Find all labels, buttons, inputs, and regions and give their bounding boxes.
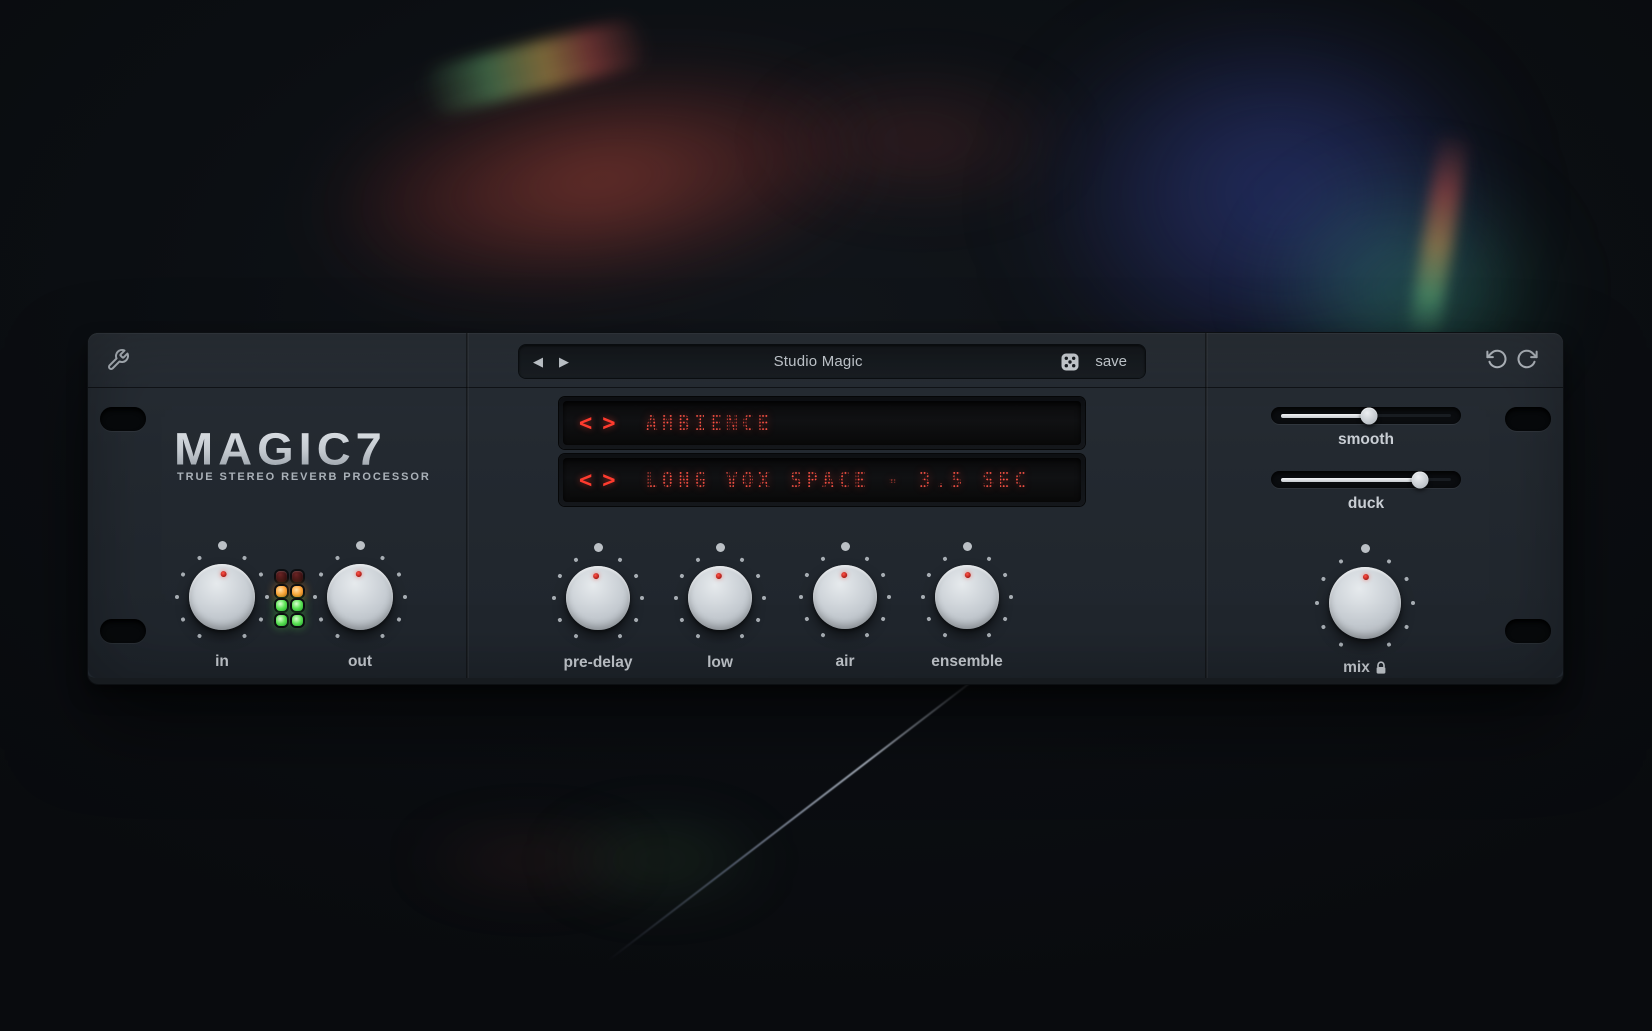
lock-icon <box>1375 661 1387 675</box>
ambient-glow-blue <box>1040 40 1480 380</box>
knob-mix-indicator <box>1328 566 1402 640</box>
knob-mix: mix <box>1305 555 1425 677</box>
slider-duck-slot[interactable] <box>1271 471 1461 488</box>
slider-duck-thumb[interactable] <box>1412 471 1429 488</box>
screw-slot-top-right <box>1505 407 1551 431</box>
slider-smooth-slot[interactable] <box>1271 407 1461 424</box>
ambient-light-line <box>608 655 1006 961</box>
knob-in-dial[interactable] <box>189 564 255 630</box>
knob-in-label: in <box>215 653 229 671</box>
knob-out-label: out <box>348 653 372 671</box>
display2-next-arrow[interactable]: > <box>602 467 615 493</box>
knob-low-indicator <box>686 564 753 631</box>
knob-air-indicator <box>812 564 878 630</box>
screw-slot-top-left <box>100 407 146 431</box>
slider-duck-label: duck <box>1348 495 1384 513</box>
slider-duck-track <box>1281 478 1451 481</box>
screw-slot-bottom-left <box>100 619 146 643</box>
slider-duck-fill <box>1281 478 1420 482</box>
knob-out-indicator <box>325 562 394 631</box>
preset-bar: ◀ ▶ Studio Magic save <box>519 345 1145 378</box>
knob-low-label: low <box>707 654 733 672</box>
display-preset-info-inner: < > LONG VOX SPACE - 3.5 SEC <box>563 458 1081 502</box>
ambient-streak-rainbow-top <box>417 15 652 119</box>
redo-icon[interactable] <box>1516 348 1540 372</box>
plugin-window: ◀ ▶ Studio Magic save <box>0 0 1652 1031</box>
knob-low-dial[interactable] <box>688 566 752 630</box>
section-divider-right <box>1205 333 1208 678</box>
undo-icon[interactable] <box>1486 348 1510 372</box>
slider-smooth-thumb[interactable] <box>1361 407 1378 424</box>
display1-text: AMBIENCE <box>646 411 774 435</box>
wrench-icon[interactable] <box>106 348 130 372</box>
knob-mix-dial[interactable] <box>1329 567 1401 639</box>
knob-in-indicator <box>187 562 257 632</box>
knob-air-dial[interactable] <box>813 565 877 629</box>
ambient-glow-red-small <box>760 70 1080 210</box>
next-preset-button[interactable]: ▶ <box>551 345 577 378</box>
screw-slot-bottom-right <box>1505 619 1551 643</box>
slider-smooth-track <box>1281 414 1451 417</box>
ambient-glow-red <box>319 43 882 316</box>
display1-prev-arrow[interactable]: < <box>579 410 592 436</box>
knob-pre-delay-label: pre-delay <box>564 654 633 672</box>
slider-smooth: smooth <box>1271 407 1461 449</box>
display-reverb-type-inner: < > AMBIENCE <box>563 401 1081 445</box>
slider-smooth-fill <box>1281 414 1369 418</box>
slider-duck: duck <box>1271 471 1461 513</box>
knob-in: in <box>162 549 282 671</box>
top-bar: ◀ ▶ Studio Magic save <box>88 333 1563 388</box>
knob-pre-delay: pre-delay <box>538 550 658 672</box>
section-divider-left <box>466 333 469 678</box>
knob-ensemble-label: ensemble <box>931 653 1003 671</box>
slider-smooth-label: smooth <box>1338 431 1394 449</box>
display2-prev-arrow[interactable]: < <box>579 467 592 493</box>
rack-panel: ◀ ▶ Studio Magic save <box>88 333 1563 684</box>
previous-preset-button[interactable]: ◀ <box>525 345 551 378</box>
knob-ensemble: ensemble <box>907 549 1027 671</box>
knob-pre-delay-indicator <box>563 563 632 632</box>
knob-ensemble-indicator <box>934 564 1000 630</box>
knob-out-dial[interactable] <box>327 564 393 630</box>
knob-out: out <box>300 549 420 671</box>
knob-mix-label: mix <box>1343 659 1387 677</box>
ambient-glow-green-bottom <box>540 810 780 910</box>
ambient-glow-red-bottom <box>400 820 660 900</box>
knob-low: low <box>660 550 780 672</box>
display-reverb-type: < > AMBIENCE <box>559 397 1085 449</box>
logo: MAGIC7 <box>174 422 387 475</box>
knob-ensemble-dial[interactable] <box>935 565 999 629</box>
knob-air: air <box>785 549 905 671</box>
knob-air-label: air <box>836 653 855 671</box>
preset-name[interactable]: Studio Magic <box>577 353 1059 370</box>
display2-text: LONG VOX SPACE - 3.5 SEC <box>646 468 1031 492</box>
save-button[interactable]: save <box>1095 353 1127 370</box>
dice-icon[interactable] <box>1059 351 1081 373</box>
display-preset-info: < > LONG VOX SPACE - 3.5 SEC <box>559 454 1085 506</box>
tagline: TRUE STEREO REVERB PROCESSOR <box>177 471 431 483</box>
ambient-streak-rainbow-right <box>1408 129 1470 341</box>
display1-next-arrow[interactable]: > <box>602 410 615 436</box>
knob-pre-delay-dial[interactable] <box>566 566 630 630</box>
